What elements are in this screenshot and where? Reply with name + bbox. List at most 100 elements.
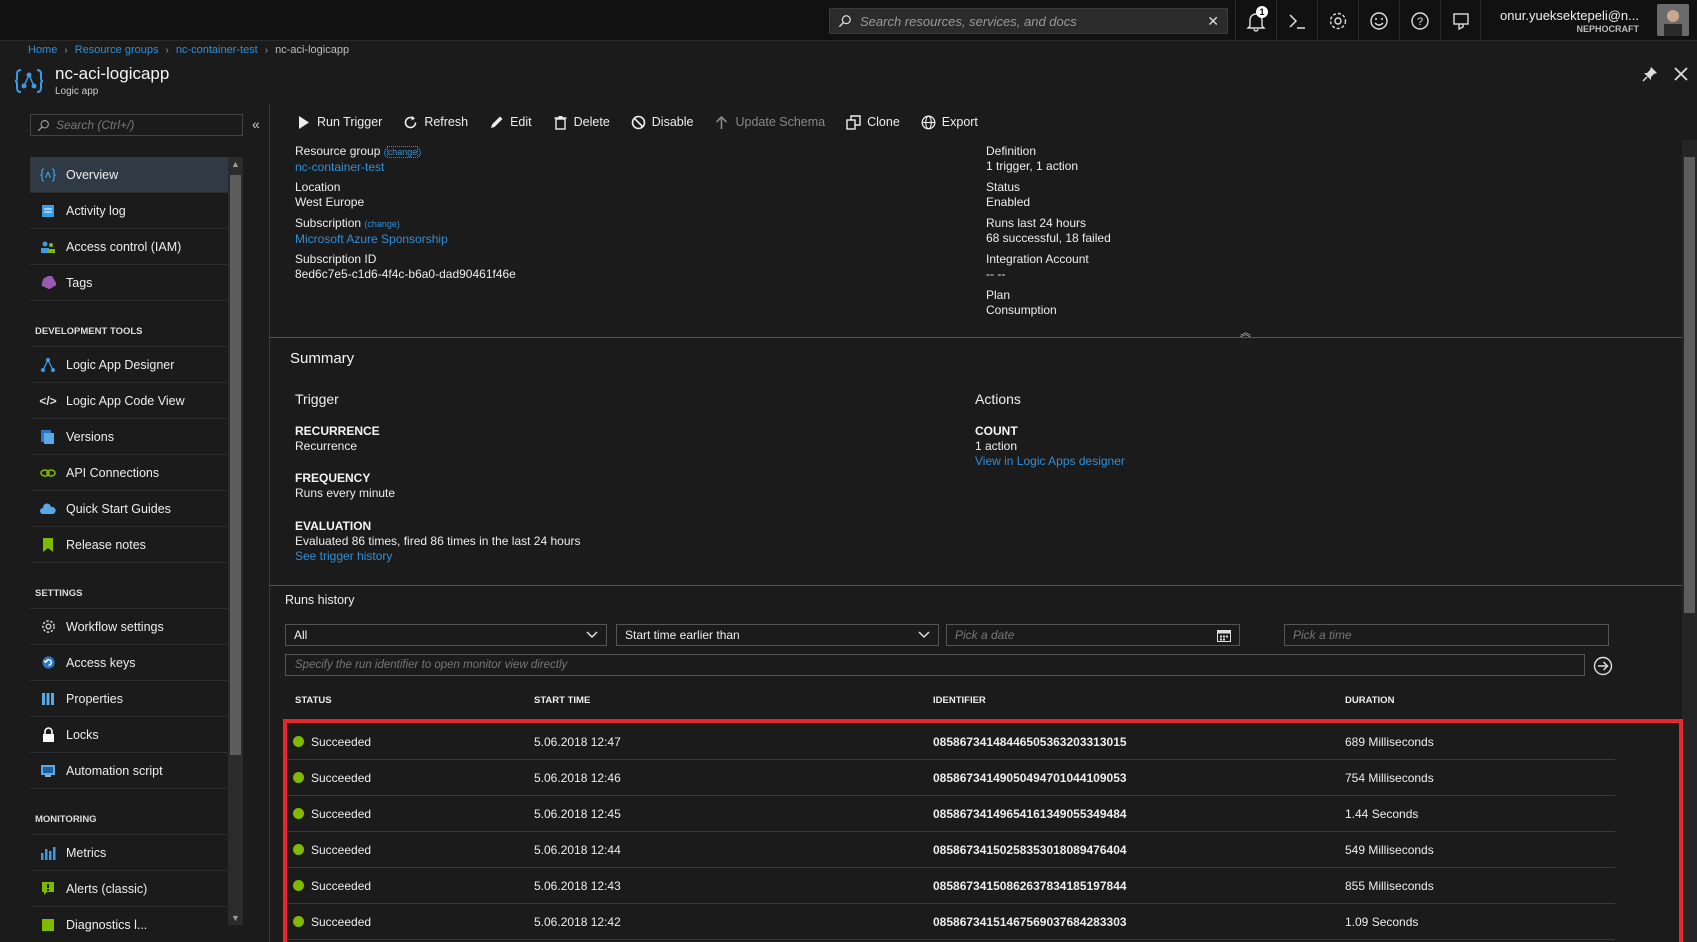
sidebar-item-api-connections[interactable]: API Connections xyxy=(30,455,228,491)
sidebar-item-overview[interactable]: Overview xyxy=(30,157,228,193)
change-resource-group-link[interactable]: change xyxy=(386,146,419,158)
sidebar-item-diagnostics[interactable]: Diagnostics l... xyxy=(30,907,228,942)
sidebar-item-automation-script[interactable]: Automation script xyxy=(30,753,228,789)
run-status: Succeeded xyxy=(311,879,372,893)
search-icon xyxy=(37,119,49,131)
table-row[interactable]: Succeeded 5.06.2018 12:45 08586734149654… xyxy=(285,796,1615,832)
table-row[interactable]: Succeeded 5.06.2018 12:44 08586734150258… xyxy=(285,832,1615,868)
pencil-icon xyxy=(491,116,503,128)
sidebar-item-versions[interactable]: Versions xyxy=(30,419,228,455)
sidebar-item-activity-log[interactable]: Activity log xyxy=(30,193,228,229)
recurrence-block: RECURRENCE Recurrence xyxy=(295,424,380,454)
resource-group-link[interactable]: nc-container-test xyxy=(295,160,421,175)
sidebar-item-designer[interactable]: Logic App Designer xyxy=(30,347,228,383)
sidebar-item-properties[interactable]: Properties xyxy=(30,681,228,717)
export-button[interactable]: Export xyxy=(921,115,978,130)
cloud-shell-button[interactable] xyxy=(1276,0,1317,41)
run-identifier-input[interactable]: Specify the run identifier to open monit… xyxy=(285,654,1585,676)
table-row[interactable]: Succeeded 5.06.2018 12:42 08586734151467… xyxy=(285,904,1615,940)
disable-button[interactable]: Disable xyxy=(631,115,693,130)
sidebar-item-label: Access control (IAM) xyxy=(66,239,182,254)
delete-button[interactable]: Delete xyxy=(553,115,610,130)
trigger-heading: Trigger xyxy=(295,391,339,407)
chevron-down-icon xyxy=(918,631,930,639)
close-icon[interactable] xyxy=(1673,66,1689,82)
essentials-panel: Resource group (change) nc-container-tes… xyxy=(270,140,1682,340)
frequency-key: FREQUENCY xyxy=(295,471,371,485)
run-status: Succeeded xyxy=(311,915,372,929)
count-value: 1 action xyxy=(975,439,1018,453)
notifications-button[interactable]: 1 xyxy=(1235,0,1276,41)
status-filter-dropdown[interactable]: All xyxy=(285,624,607,646)
calendar-icon[interactable] xyxy=(1217,629,1231,642)
evaluation-key: EVALUATION xyxy=(295,519,372,533)
edit-button[interactable]: Edit xyxy=(489,115,532,130)
breadcrumb-resource-groups[interactable]: Resource groups xyxy=(75,44,159,56)
sidebar-item-metrics[interactable]: Metrics xyxy=(30,835,228,871)
go-arrow-icon[interactable] xyxy=(1593,656,1613,676)
essentials-definition: Definition 1 trigger, 1 action xyxy=(986,144,1078,174)
location-label: Location xyxy=(295,180,341,194)
settings-button[interactable] xyxy=(1317,0,1358,41)
user-account-menu[interactable]: onur.yueksektepeli@n... NEPHOCRAFT xyxy=(1480,0,1697,41)
page-subtitle: Logic app xyxy=(55,86,99,97)
update-schema-button[interactable]: Update Schema xyxy=(714,115,825,130)
sidebar-item-locks[interactable]: Locks xyxy=(30,717,228,753)
time-filter-dropdown[interactable]: Start time earlier than xyxy=(616,624,939,646)
sidebar-item-code-view[interactable]: </> Logic App Code View xyxy=(30,383,228,419)
menu-search-input[interactable]: Search (Ctrl+/) xyxy=(30,114,243,136)
global-search-input[interactable]: Search resources, services, and docs ✕ xyxy=(829,8,1228,34)
sidebar-scrollbar-thumb[interactable] xyxy=(230,175,241,755)
top-bar: Search resources, services, and docs ✕ 1… xyxy=(0,0,1697,41)
count-key: COUNT xyxy=(975,424,1018,438)
frequency-value: Runs every minute xyxy=(295,486,396,500)
sidebar-item-access-keys[interactable]: Access keys xyxy=(30,645,228,681)
resource-group-label: Resource group xyxy=(295,144,381,158)
sidebar-item-label: Alerts (classic) xyxy=(66,881,148,896)
sidebar-item-quick-start[interactable]: Quick Start Guides xyxy=(30,491,228,527)
sidebar-item-tags[interactable]: Tags xyxy=(30,265,228,301)
essentials-status: Status Enabled xyxy=(986,180,1030,210)
pin-icon[interactable] xyxy=(1642,66,1658,82)
sidebar-item-release-notes[interactable]: Release notes xyxy=(30,527,228,563)
designer-link[interactable]: View in Logic Apps designer xyxy=(975,454,1125,469)
change-subscription-link[interactable]: change xyxy=(367,219,397,229)
trigger-history-link[interactable]: See trigger history xyxy=(295,549,581,564)
run-status: Succeeded xyxy=(311,735,372,749)
date-picker-input[interactable]: Pick a date xyxy=(946,624,1240,646)
run-start-time: 5.06.2018 12:44 xyxy=(534,843,621,857)
run-status: Succeeded xyxy=(311,807,372,821)
breadcrumb-resource-group[interactable]: nc-container-test xyxy=(176,44,258,56)
table-row[interactable]: Succeeded 5.06.2018 12:43 08586734150862… xyxy=(285,868,1615,904)
scroll-up-icon[interactable]: ▲ xyxy=(231,159,240,169)
feedback-button[interactable] xyxy=(1358,0,1399,41)
clear-search-icon[interactable]: ✕ xyxy=(1207,13,1219,30)
globe-icon xyxy=(921,115,936,129)
sidebar-scrollbar[interactable]: ▲ ▼ xyxy=(228,157,243,925)
breadcrumb-home[interactable]: Home xyxy=(28,44,57,56)
essentials-integration-account: Integration Account -- -- xyxy=(986,252,1089,282)
directory-filter-button[interactable] xyxy=(1440,0,1481,41)
clone-button[interactable]: Clone xyxy=(846,114,900,130)
success-check-icon xyxy=(293,736,304,747)
main-scrollbar[interactable] xyxy=(1682,140,1697,942)
time-picker-input[interactable]: Pick a time xyxy=(1284,624,1609,646)
sidebar-item-iam[interactable]: Access control (IAM) xyxy=(30,229,228,265)
collapse-menu-button[interactable]: « xyxy=(252,116,260,132)
user-name: onur.yueksektepeli@n... xyxy=(1500,8,1639,23)
run-start-time: 5.06.2018 12:46 xyxy=(534,771,621,785)
main-scrollbar-thumb[interactable] xyxy=(1684,157,1695,613)
refresh-button[interactable]: Refresh xyxy=(403,115,468,130)
sidebar-item-alerts[interactable]: Alerts (classic) xyxy=(30,871,228,907)
success-check-icon xyxy=(293,844,304,855)
subscription-link[interactable]: Microsoft Azure Sponsorship xyxy=(295,232,448,247)
collapse-essentials-icon[interactable]: ︽ xyxy=(1240,324,1251,340)
run-trigger-button[interactable]: Run Trigger xyxy=(296,115,382,130)
chevron-right-icon: › xyxy=(264,44,269,56)
table-row[interactable]: Succeeded 5.06.2018 12:47 08586734148446… xyxy=(285,724,1615,760)
arrow-up-icon xyxy=(716,115,728,129)
sidebar-item-workflow-settings[interactable]: Workflow settings xyxy=(30,609,228,645)
scroll-down-icon[interactable]: ▼ xyxy=(231,913,240,923)
help-button[interactable]: ? xyxy=(1399,0,1440,41)
table-row[interactable]: Succeeded 5.06.2018 12:46 08586734149050… xyxy=(285,760,1615,796)
